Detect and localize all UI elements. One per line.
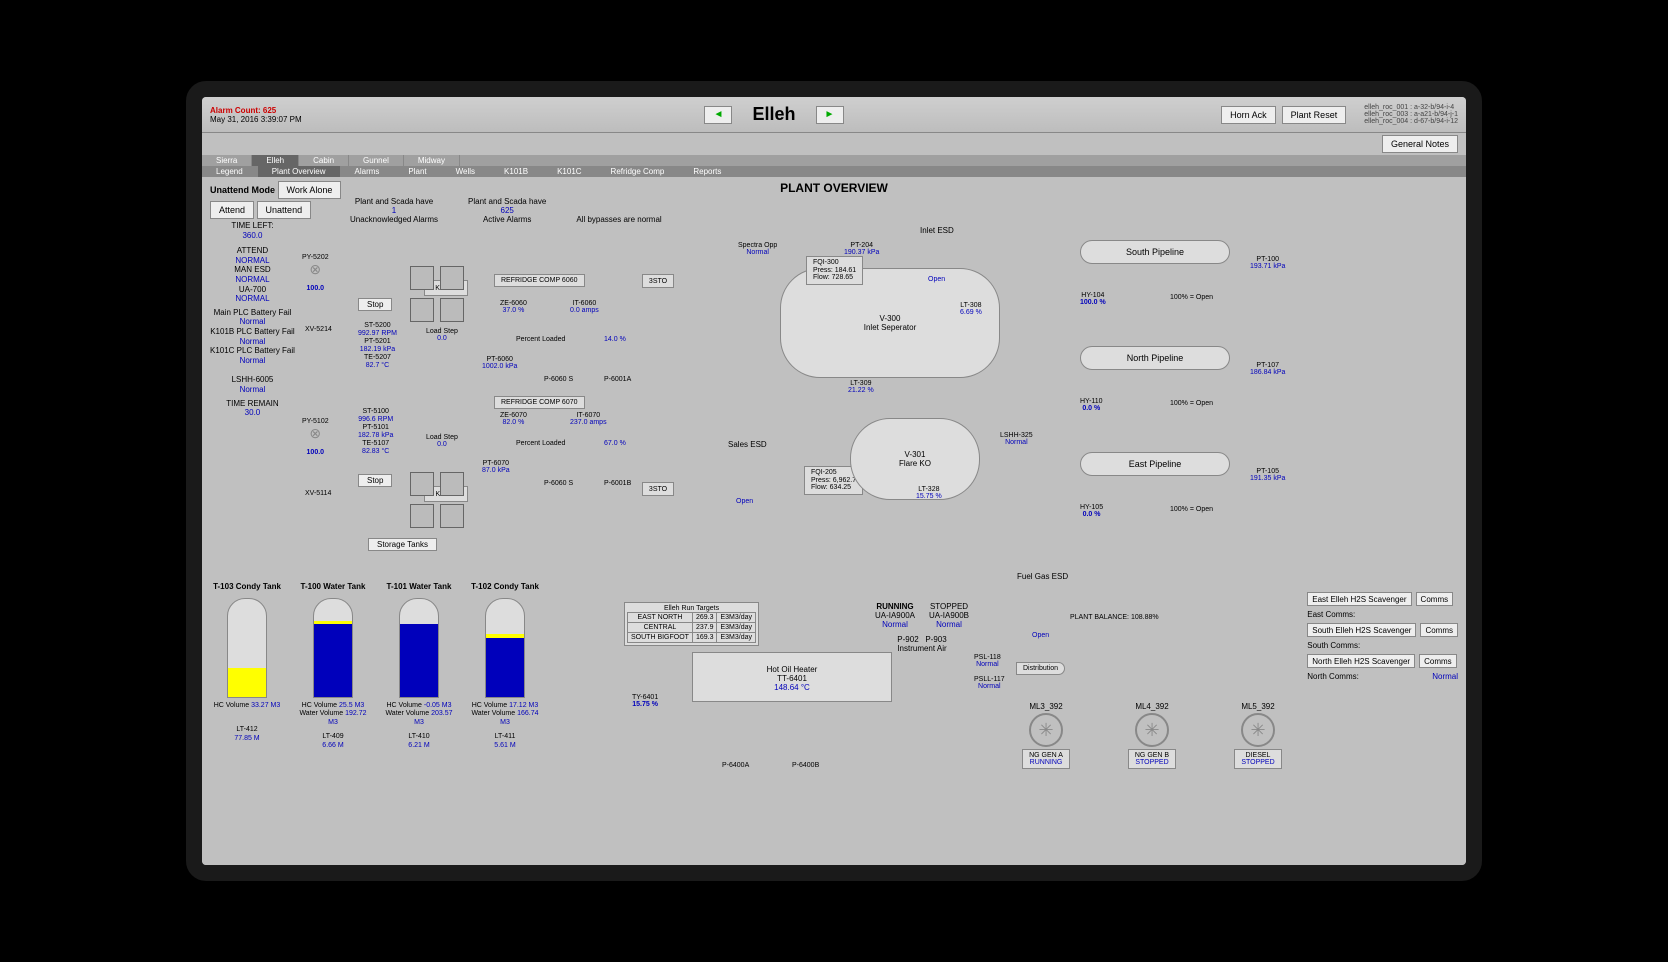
distribution-box: Distribution <box>1016 662 1065 675</box>
bypass-status: All bypasses are normal <box>576 215 661 224</box>
subtab-wells[interactable]: Wells <box>442 166 490 177</box>
compressor-icon <box>410 504 434 528</box>
v301-vessel: V-301Flare KO <box>850 418 980 500</box>
valve-icon <box>305 261 325 285</box>
valve-icon <box>305 425 325 449</box>
compressor-icon <box>440 266 464 290</box>
subtab-alarms[interactable]: Alarms <box>341 166 395 177</box>
alarm-count: Alarm Count: 625 <box>210 106 440 115</box>
gen-ml3: ML3_392✳NG GEN ARUNNING <box>1002 702 1090 769</box>
nav-next-button[interactable]: ► <box>816 106 844 124</box>
tab-elleh[interactable]: Elleh <box>252 155 299 166</box>
page-title: Elleh <box>752 104 795 125</box>
subtab-k101b[interactable]: K101B <box>490 166 543 177</box>
stop-k101c-button[interactable]: Stop <box>358 298 392 311</box>
compressor-icon <box>410 298 434 322</box>
south-pipeline: South Pipeline <box>1080 240 1230 264</box>
gen-ml5: ML5_392✳DIESELSTOPPED <box>1214 702 1302 769</box>
refridge-6070[interactable]: REFRIDGE COMP 6070 <box>494 396 585 409</box>
plant-diagram: PY-5202100.0 XV-5214 Stop ST-5200992.97 … <box>210 228 1458 598</box>
tab-cabin[interactable]: Cabin <box>299 155 349 166</box>
hot-oil-heater: Hot Oil Heater TT-6401148.64 °C <box>692 652 892 702</box>
tab-bar: Sierra Elleh Cabin Gunnel Midway Legend … <box>202 155 1466 177</box>
work-alone-button[interactable]: Work Alone <box>278 181 342 199</box>
mode-label: Unattend Mode <box>210 185 275 195</box>
compressor-icon <box>410 472 434 496</box>
3sto-box: 3STO <box>642 482 674 496</box>
fan-icon: ✳ <box>1135 713 1169 747</box>
timestamp: May 31, 2016 3:39:07 PM <box>210 115 440 124</box>
fqi-300: FQI-300Press: 184.61Flow: 728.65 <box>806 256 863 285</box>
subtab-plant[interactable]: Plant <box>394 166 441 177</box>
instrument-air: RUNNINGUA-IA900ANormal STOPPEDUA-IA900BN… <box>862 602 982 653</box>
refridge-6060[interactable]: REFRIDGE COMP 6060 <box>494 274 585 287</box>
compressor-icon <box>440 504 464 528</box>
compressor-icon <box>410 266 434 290</box>
attend-button[interactable]: Attend <box>210 201 254 219</box>
compressor-icon <box>440 298 464 322</box>
subtab-refridge[interactable]: Refridge Comp <box>597 166 680 177</box>
stop-k101b-button[interactable]: Stop <box>358 474 392 487</box>
plant-balance: PLANT BALANCE: 108.88% <box>1070 614 1159 621</box>
comms-button[interactable]: Comms <box>1420 623 1458 637</box>
nav-prev-button[interactable]: ◄ <box>704 106 732 124</box>
subtab-reports[interactable]: Reports <box>679 166 736 177</box>
serial-list: elleh_roc_001 : a-32-b/94-i-4 elleh_roc_… <box>1364 104 1458 125</box>
north-pipeline: North Pipeline <box>1080 346 1230 370</box>
subtab-overview[interactable]: Plant Overview <box>258 166 341 177</box>
tab-gunnel[interactable]: Gunnel <box>349 155 404 166</box>
gen-ml4: ML4_392✳NG GEN BSTOPPED <box>1108 702 1196 769</box>
tank-t100: T-100 Water Tank HC Volume 25.5 M3 Water… <box>296 582 370 750</box>
subtab-k101c[interactable]: K101C <box>543 166 596 177</box>
plant-reset-button[interactable]: Plant Reset <box>1282 106 1347 124</box>
overview-title: PLANT OVERVIEW <box>210 181 1458 195</box>
tank-t102: T-102 Condy Tank HC Volume 17.12 M3 Wate… <box>468 582 542 750</box>
east-pipeline: East Pipeline <box>1080 452 1230 476</box>
south-scavenger-button[interactable]: South Elleh H2S Scavenger <box>1307 623 1416 637</box>
horn-ack-button[interactable]: Horn Ack <box>1221 106 1276 124</box>
tab-sierra[interactable]: Sierra <box>202 155 252 166</box>
comms-button[interactable]: Comms <box>1419 654 1457 668</box>
fan-icon: ✳ <box>1029 713 1063 747</box>
tank-t103: T-103 Condy Tank HC Volume 33.27 M3 LT-4… <box>210 582 284 750</box>
tank-t101: T-101 Water Tank HC Volume -0.05 M3 Wate… <box>382 582 456 750</box>
run-targets: Elleh Run Targets EAST NORTH269.3E3M3/da… <box>624 602 759 646</box>
tab-midway[interactable]: Midway <box>404 155 460 166</box>
unattend-button[interactable]: Unattend <box>257 201 312 219</box>
compressor-icon <box>440 472 464 496</box>
3sto-box: 3STO <box>642 274 674 288</box>
tanks-row: T-103 Condy Tank HC Volume 33.27 M3 LT-4… <box>210 582 542 750</box>
general-notes-button[interactable]: General Notes <box>1382 135 1458 153</box>
north-scavenger-button[interactable]: North Elleh H2S Scavenger <box>1307 654 1415 668</box>
storage-tanks-button[interactable]: Storage Tanks <box>368 538 437 551</box>
subtab-legend[interactable]: Legend <box>202 166 258 177</box>
fan-icon: ✳ <box>1241 713 1275 747</box>
east-scavenger-button[interactable]: East Elleh H2S Scavenger <box>1307 592 1411 606</box>
comms-button[interactable]: Comms <box>1416 592 1454 606</box>
